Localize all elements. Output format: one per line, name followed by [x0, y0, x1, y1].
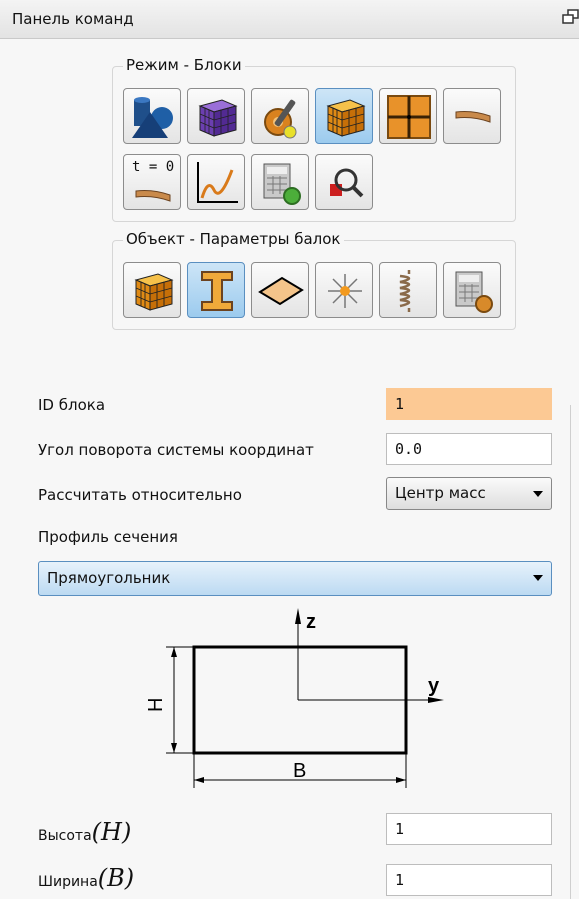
- height-symbol: (H): [91, 818, 132, 846]
- chevron-down-icon: [533, 575, 543, 581]
- block-id-label: ID блока: [38, 396, 106, 414]
- rotation-label: Угол поворота системы координат: [38, 441, 314, 459]
- beam-strip-icon: [455, 111, 491, 123]
- calc-relative-value: Центр масс: [395, 484, 486, 502]
- magnifier-icon: [330, 168, 364, 198]
- rotation-field[interactable]: 0.0: [386, 433, 552, 465]
- shapes-icon: [132, 97, 173, 138]
- calculator-gear-icon: [263, 163, 301, 205]
- time-zero-beam-icon: [135, 190, 171, 202]
- height-label-text: Высота: [38, 828, 92, 844]
- width-field[interactable]: 1: [386, 864, 552, 896]
- graph-chart-icon: [197, 162, 238, 203]
- mode-group-title: Режим - Блоки: [123, 56, 245, 74]
- object-group-title: Объект - Параметры балок: [123, 230, 344, 248]
- ibeam-icon: [201, 271, 233, 311]
- orange-block-cube-icon: [326, 99, 366, 137]
- chevron-down-icon: [533, 491, 543, 497]
- point-star-icon: [328, 274, 362, 308]
- time-zero-button[interactable]: t = 0: [123, 154, 181, 210]
- height-field[interactable]: 1: [386, 813, 552, 845]
- width-label-text: Ширина: [38, 874, 98, 890]
- calc-relative-select[interactable]: Центр масс: [386, 477, 552, 510]
- wrench-gear-icon: [264, 99, 297, 139]
- calculator-gear-icon: [455, 271, 493, 313]
- panel-title: Панель команд: [12, 10, 134, 28]
- grid-plane-icon: [387, 95, 431, 139]
- undock-icon[interactable]: [562, 8, 579, 26]
- purple-mesh-cube-icon: [198, 99, 238, 137]
- time-zero-label: t = 0: [132, 159, 175, 175]
- block-id-field[interactable]: 1: [386, 388, 552, 420]
- width-label: Ширина(B): [38, 864, 134, 892]
- graph-button[interactable]: [187, 154, 245, 210]
- grid-plane-button[interactable]: [379, 88, 437, 144]
- orange-block-cube-icon: [134, 273, 174, 311]
- form-scroll-edge: [570, 405, 571, 899]
- width-symbol: (B): [97, 864, 135, 892]
- purple-mesh-button[interactable]: [187, 88, 245, 144]
- spring-icon: [399, 270, 411, 312]
- spring-button[interactable]: [379, 262, 437, 318]
- tools-settings-button[interactable]: [251, 88, 309, 144]
- calc-relative-label: Рассчитать относительно: [38, 486, 242, 504]
- plate-button[interactable]: [251, 262, 309, 318]
- profile-select[interactable]: Прямоугольник: [38, 561, 552, 596]
- block-object-button[interactable]: [123, 262, 181, 318]
- blocks-button[interactable]: [315, 88, 373, 144]
- profile-value: Прямоугольник: [47, 569, 171, 587]
- profile-label: Профиль сечения: [38, 528, 178, 546]
- calculator-settings-button[interactable]: [443, 262, 501, 318]
- beam-button[interactable]: [443, 88, 501, 144]
- point-light-button[interactable]: [315, 262, 373, 318]
- plate-rhombus-icon: [258, 276, 304, 306]
- height-label: Высота(H): [38, 818, 131, 846]
- geometry-shapes-button[interactable]: [123, 88, 181, 144]
- panel-title-bar[interactable]: Панель команд: [0, 0, 579, 39]
- ibeam-params-button[interactable]: [187, 262, 245, 318]
- search-inspect-button[interactable]: [315, 154, 373, 210]
- calculator-button[interactable]: [251, 154, 309, 210]
